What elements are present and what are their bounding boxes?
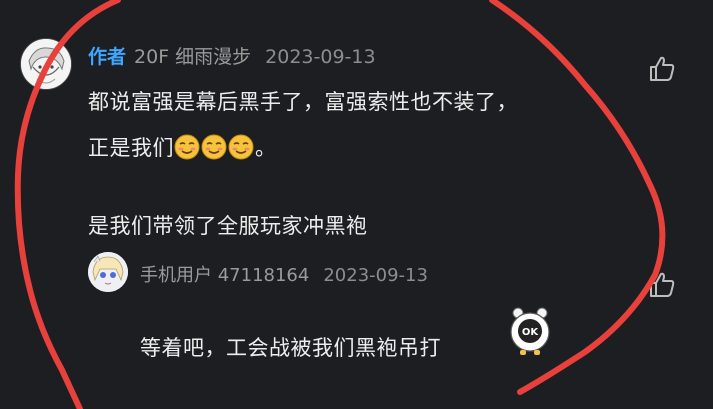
comment-card: 作者 20F 细雨漫步 2023-09-13 都说富强是幕后黑手了，富强索性也不装了，… — [0, 0, 713, 409]
comment-meta: 作者 20F 细雨漫步 2023-09-13 — [88, 42, 376, 69]
smirk-face-emoji — [174, 134, 200, 165]
smirk-face-emoji — [228, 134, 254, 165]
avatar[interactable] — [20, 38, 72, 90]
reply-text: 等着吧，工会战被我们黑袍吊打 — [140, 336, 441, 360]
reply-username[interactable]: 手机用户 47118164 — [140, 265, 309, 286]
author-badge: 作者 — [88, 46, 127, 68]
comment-text-suffix: 。 — [255, 136, 277, 160]
smirk-face-emoji — [201, 134, 227, 165]
username[interactable]: 细雨漫步 — [175, 46, 251, 68]
thumbs-up-icon[interactable] — [647, 270, 677, 300]
ok-sticker-label: OK — [522, 327, 540, 338]
reply-date: 2023-09-13 — [323, 265, 428, 286]
avatar[interactable] — [88, 252, 128, 292]
floor-number: 20F — [134, 46, 170, 68]
comment-date: 2023-09-13 — [265, 46, 376, 68]
comment-text-line: 都说富强是幕后黑手了，富强索性也不装了， — [88, 90, 518, 114]
reply-meta: 手机用户 47118164 2023-09-13 — [140, 261, 428, 287]
comment-text-line: 正是我们 。 — [88, 132, 277, 165]
thumbs-up-icon[interactable] — [647, 54, 677, 84]
comment-text-prefix: 正是我们 — [88, 136, 174, 160]
comment-text-line: 是我们带领了全服玩家冲黑袍 — [88, 214, 368, 238]
ok-sticker: OK — [506, 306, 554, 358]
